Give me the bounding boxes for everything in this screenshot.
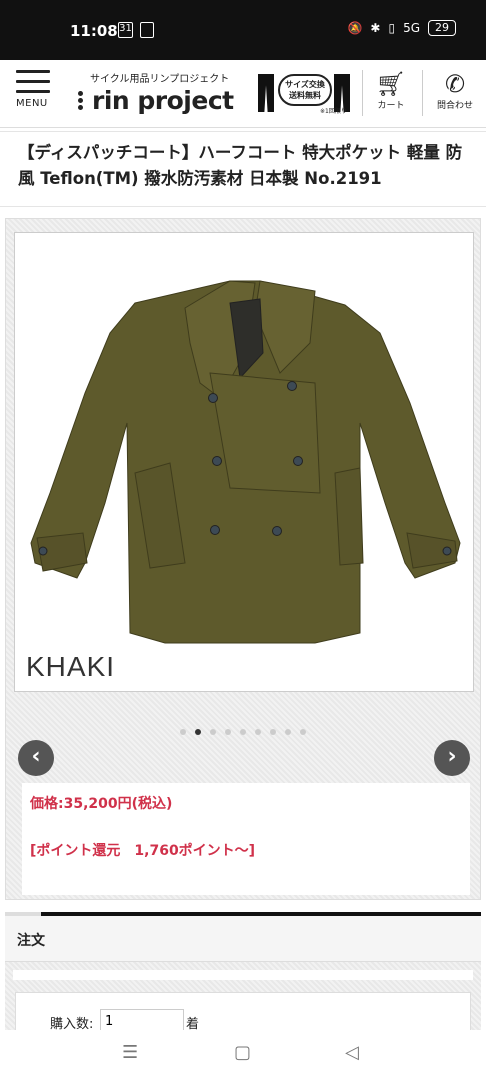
phone-icon: ✆ [444,70,466,98]
gallery-dot[interactable] [255,729,261,735]
site-logo[interactable]: サイクル用品リンプロジェクト rin project [78,70,234,115]
gallery-prev-button[interactable]: ‹ [18,740,54,776]
chevron-left-icon: ‹ [31,744,41,769]
back-icon[interactable]: ◁ [345,1042,359,1063]
contact-label: 問合わせ [436,101,473,111]
mute-icon: 🔕 [347,21,363,35]
pants-icon [258,74,274,112]
gallery-dot-active[interactable] [195,729,201,735]
chevron-right-icon: › [447,744,457,769]
status-time: 11:08 [70,22,118,40]
status-icons: 🔕 ✱ ▯ 5G 29 [347,20,456,36]
cart-label: カート [377,101,405,111]
logo-subtitle: サイクル用品リンプロジェクト [90,74,230,85]
bluetooth-icon: ✱ [370,21,381,35]
gallery-next-button[interactable]: › [434,740,470,776]
home-icon[interactable]: ▢ [234,1042,251,1063]
product-title-box: 【ディスパッチコート】ハーフコート 特大ポケット 軽量 防風 Teflon(TM… [0,131,486,207]
product-title: 【ディスパッチコート】ハーフコート 特大ポケット 軽量 防風 Teflon(TM… [18,143,463,188]
gallery-dot[interactable] [300,729,306,735]
cart-icon: 🛒︎ [375,70,407,98]
logo-text: rin project [92,86,234,115]
recent-apps-icon[interactable]: ☰ [122,1042,138,1063]
news-icon [140,22,154,38]
product-gallery: KHAKI ‹ › 価格:35,200円(税込) [ポイント還元 1,760ポイ… [5,218,481,900]
gallery-dot[interactable] [180,729,186,735]
size-exchange-badge: サイズ交換 送料無料 [278,74,332,106]
menu-label: MENU [16,98,48,109]
product-image[interactable] [14,232,474,692]
cart-button[interactable]: 🛒︎ カート [372,70,410,111]
battery-icon: 29 [428,20,456,36]
signal-icon: 5G [403,21,420,35]
size-exchange-banner[interactable]: サイズ交換 送料無料 ※1回限り [258,68,350,116]
gallery-pagination [6,729,480,735]
points-text: [ポイント還元 1,760ポイント〜] [30,843,256,859]
vibrate-icon: ▯ [388,21,396,35]
menu-button[interactable]: MENU [16,70,54,109]
price-text: 価格:35,200円(税込) [30,796,173,812]
order-heading: 注文 [5,916,481,962]
gallery-dot[interactable] [285,729,291,735]
status-bar: 11:08 31 🔕 ✱ ▯ 5G 29 [0,0,486,60]
coat-image [30,280,461,644]
site-header: MENU サイクル用品リンプロジェクト rin project サイズ交換 送料… [0,60,486,190]
system-navbar: ☰ ▢ ◁ [0,1030,486,1080]
gallery-dot[interactable] [225,729,231,735]
contact-button[interactable]: ✆ 問合わせ [432,70,478,111]
gallery-dot[interactable] [210,729,216,735]
price-box: 価格:35,200円(税込) [ポイント還元 1,760ポイント〜] [22,783,470,895]
gallery-dot[interactable] [270,729,276,735]
calendar-icon: 31 [118,22,133,38]
color-caption: KHAKI [26,651,116,682]
logo-dots-icon [78,89,88,112]
size-exchange-note: ※1回限り [320,108,347,115]
gallery-dot[interactable] [240,729,246,735]
